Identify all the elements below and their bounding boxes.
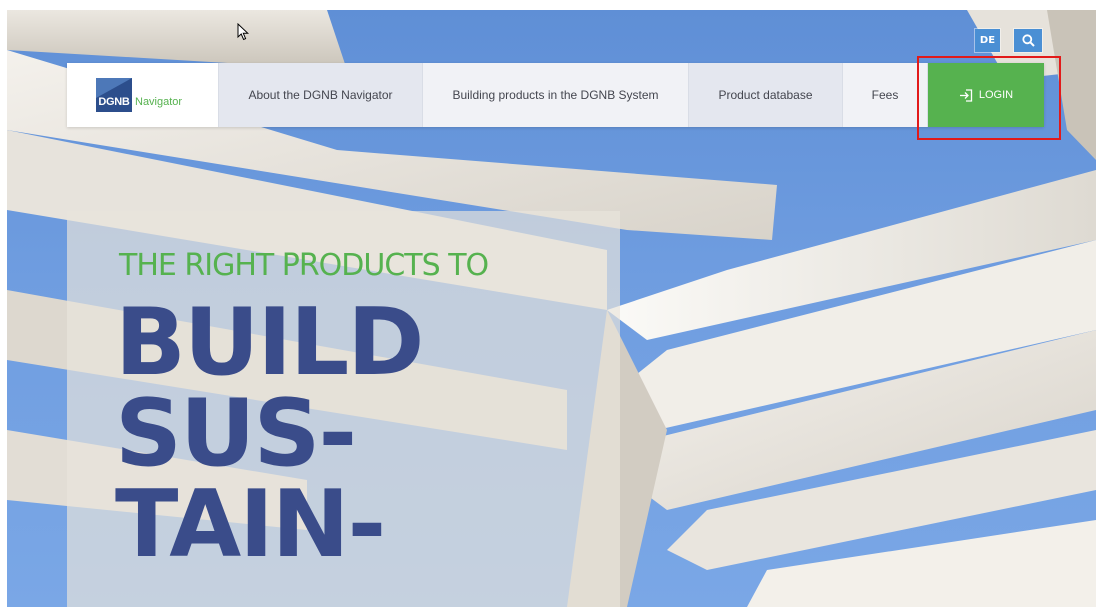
- nav-item-fees[interactable]: Fees: [843, 63, 928, 127]
- search-button[interactable]: [1014, 29, 1042, 52]
- mouse-cursor-icon: [237, 23, 249, 41]
- search-icon: [1021, 34, 1035, 47]
- nav-item-about[interactable]: About the DGNB Navigator: [219, 63, 423, 127]
- login-icon: [959, 88, 973, 102]
- nav-item-product-database[interactable]: Product database: [689, 63, 843, 127]
- logo-link[interactable]: DGNB Navigator: [67, 63, 219, 127]
- hero-headline: BUILD SUS- TAIN-: [115, 288, 615, 578]
- hero-headline-line: SUS-: [115, 379, 357, 487]
- hero-kicker: THE RIGHT PRODUCTS TO: [119, 248, 489, 283]
- nav-item-building-products[interactable]: Building products in the DGNB System: [423, 63, 689, 127]
- hero-background: DE DGNB Navigator About the DGNB Navigat…: [7, 10, 1096, 607]
- logo-mark-text: DGNB: [98, 96, 130, 108]
- login-label: LOGIN: [978, 89, 1014, 101]
- logo-mark: DGNB: [96, 78, 132, 112]
- hero-headline-line: BUILD: [115, 288, 424, 396]
- dgnb-navigator-logo: DGNB Navigator: [96, 78, 182, 112]
- main-navigation: DGNB Navigator About the DGNB Navigator …: [67, 63, 1044, 127]
- hero-headline-line: TAIN-: [115, 470, 386, 578]
- logo-product-text: Navigator: [135, 96, 183, 108]
- hero-panel: THE RIGHT PRODUCTS TO BUILD SUS- TAIN-: [67, 211, 620, 607]
- login-button[interactable]: LOGIN: [928, 63, 1044, 127]
- language-toggle-button[interactable]: DE: [975, 29, 1000, 52]
